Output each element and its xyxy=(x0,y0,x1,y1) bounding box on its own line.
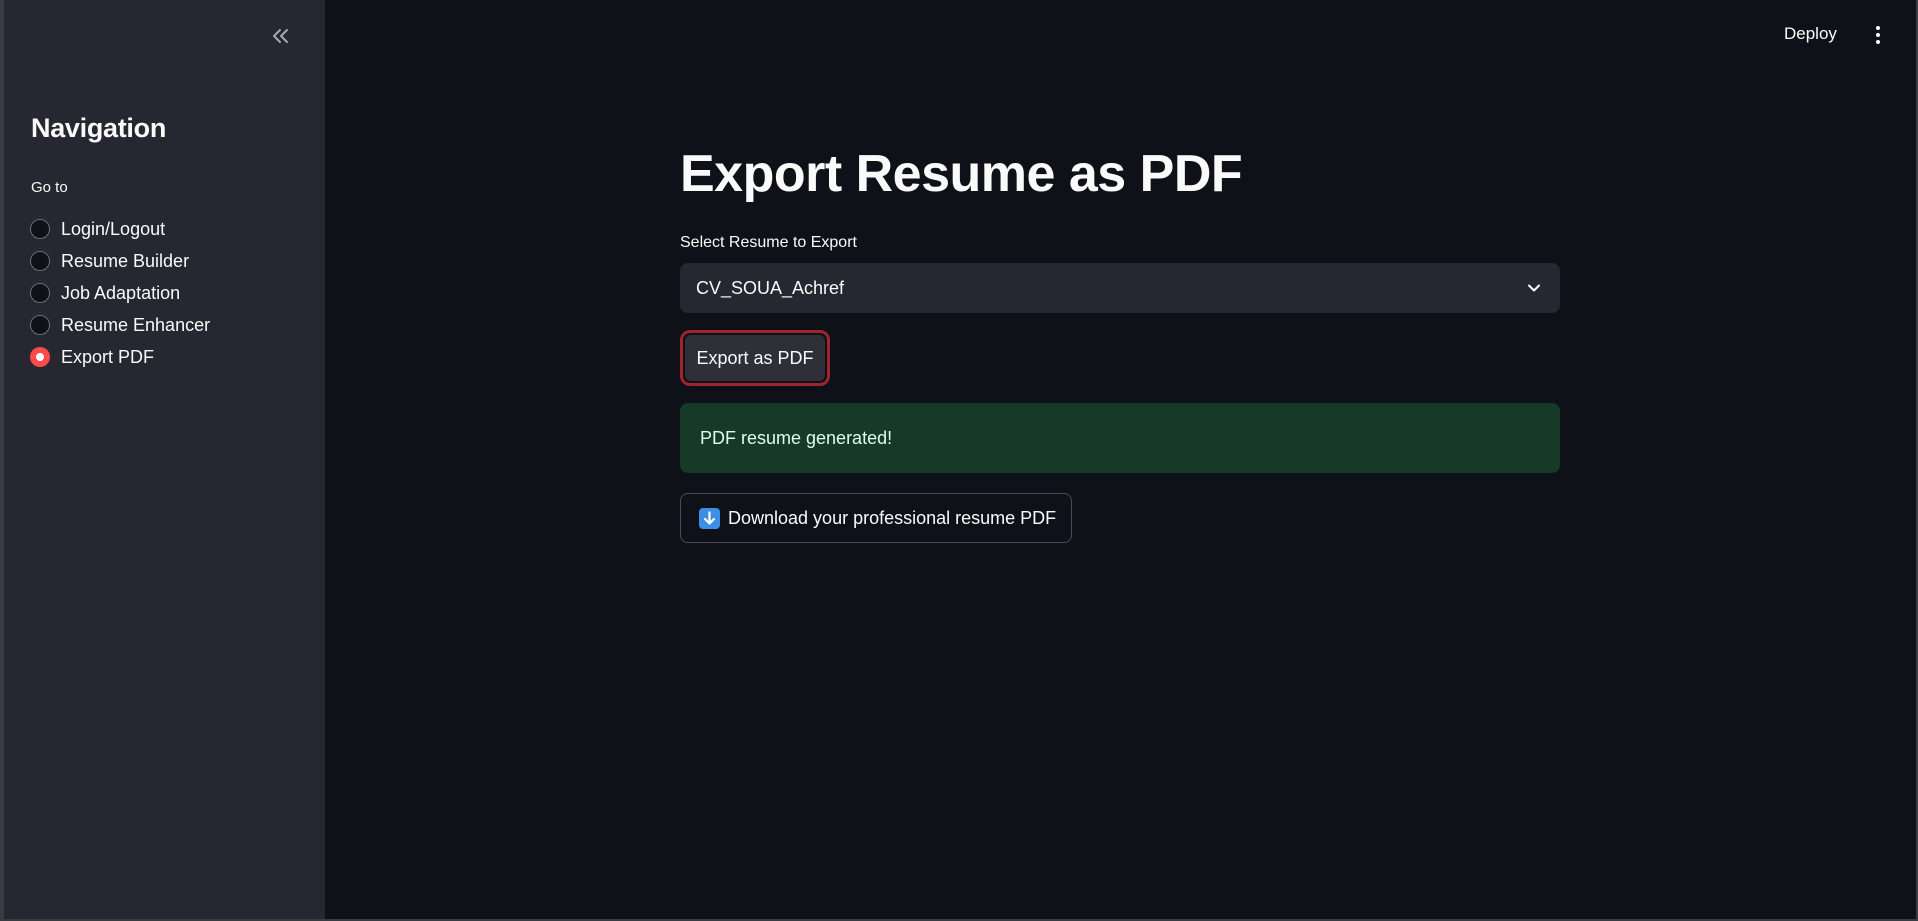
radio-button[interactable] xyxy=(30,219,50,239)
navigation-radio-group: Login/Logout Resume Builder Job Adaptati… xyxy=(30,213,210,373)
radio-option-export-pdf[interactable]: Export PDF xyxy=(30,341,210,373)
page-title: Export Resume as PDF xyxy=(680,145,1243,203)
radio-option-job-adaptation[interactable]: Job Adaptation xyxy=(30,277,210,309)
select-label: Select Resume to Export xyxy=(680,234,857,251)
radio-option-label: Job Adaptation xyxy=(61,283,181,303)
radio-option-label: Login/Logout xyxy=(61,219,166,239)
radio-option-label: Resume Enhancer xyxy=(61,315,211,335)
menu-dot xyxy=(1876,40,1880,44)
chevron-down-icon xyxy=(1528,284,1540,292)
down-arrow-icon xyxy=(699,507,720,529)
radio-option-resume-builder[interactable]: Resume Builder xyxy=(30,245,210,277)
resume-select[interactable]: CV_SOUA_Achref xyxy=(680,263,1560,313)
radio-option-login-logout[interactable]: Login/Logout xyxy=(30,213,210,245)
menu-dot xyxy=(1876,26,1880,30)
export-pdf-button-label: Export as PDF xyxy=(685,335,825,381)
collapse-sidebar-button[interactable] xyxy=(266,22,296,50)
download-button-label: Download your professional resume PDF xyxy=(728,507,1057,528)
download-pdf-button[interactable]: Download your professional resume PDF xyxy=(680,493,1073,543)
export-pdf-button[interactable]: Export as PDF xyxy=(680,330,830,386)
sidebar-title: Navigation xyxy=(31,113,167,143)
success-alert: PDF resume generated! xyxy=(680,403,1560,473)
sidebar: Navigation Go to Login/Logout Resume Bui… xyxy=(4,0,325,919)
radio-button-selected[interactable] xyxy=(30,347,50,367)
radio-button[interactable] xyxy=(30,251,50,271)
double-chevron-left-icon xyxy=(273,29,288,43)
radio-option-label: Export PDF xyxy=(61,347,155,367)
menu-dot xyxy=(1876,33,1880,37)
radio-option-resume-enhancer[interactable]: Resume Enhancer xyxy=(30,309,210,341)
select-value: CV_SOUA_Achref xyxy=(696,277,845,298)
radio-button[interactable] xyxy=(30,315,50,335)
radio-button[interactable] xyxy=(30,283,50,303)
app-window: Navigation Go to Login/Logout Resume Bui… xyxy=(4,0,1916,919)
radio-option-label: Resume Builder xyxy=(61,251,190,271)
kebab-menu-icon[interactable] xyxy=(1870,22,1886,48)
deploy-button[interactable]: Deploy xyxy=(1784,22,1837,46)
radio-group-label: Go to xyxy=(31,179,68,196)
success-message: PDF resume generated! xyxy=(700,427,893,448)
